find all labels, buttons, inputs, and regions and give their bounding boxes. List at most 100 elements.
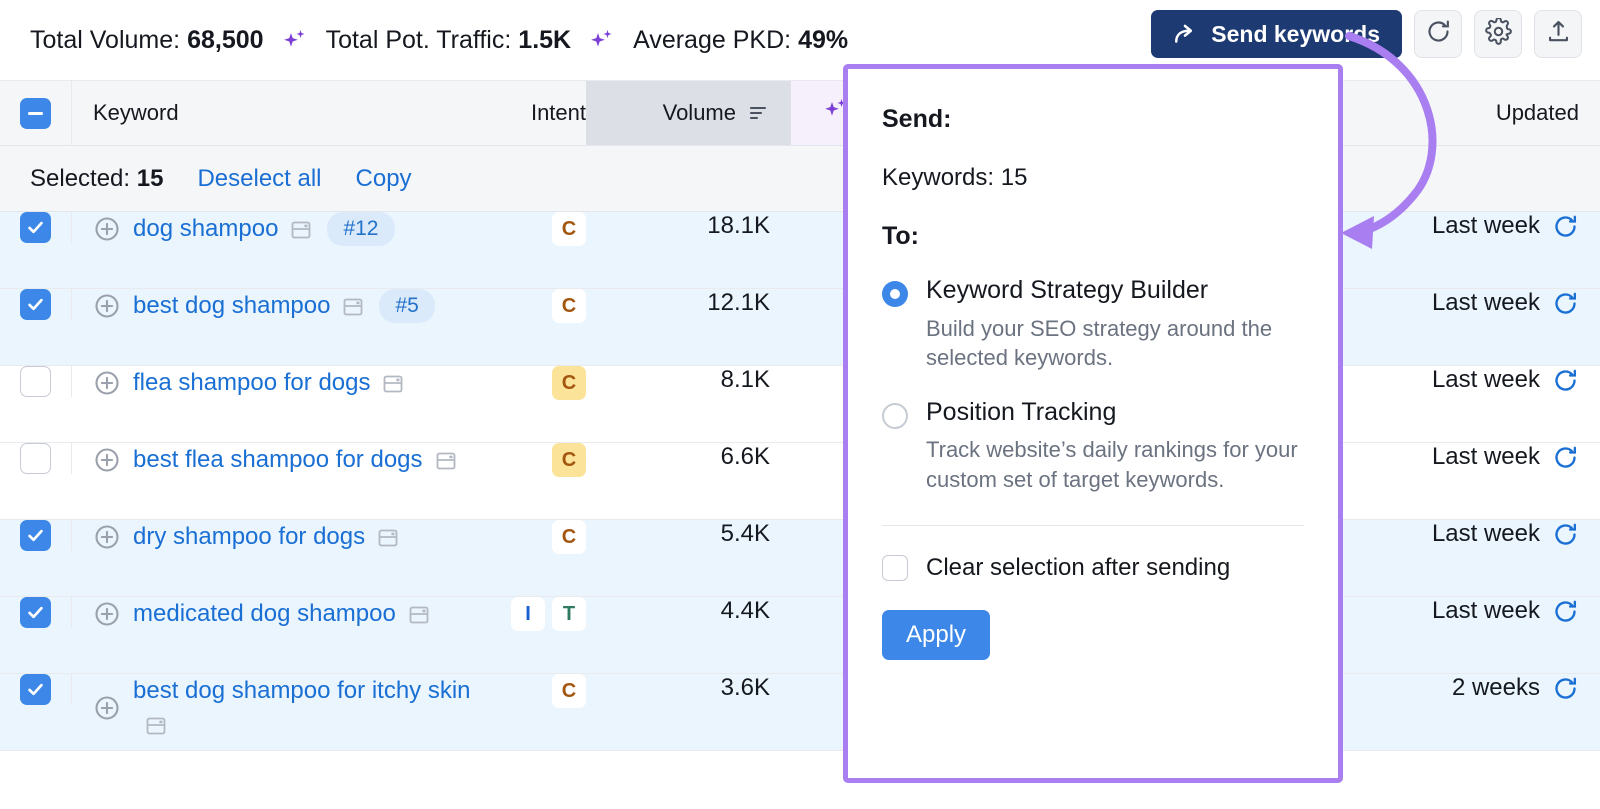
option-keyword-strategy-builder-label[interactable]: Keyword Strategy Builder xyxy=(926,277,1304,305)
header-keyword-cell[interactable]: Keyword xyxy=(72,81,496,145)
keyword-content: best dog shampoo for itchy skin xyxy=(133,674,496,742)
updated-value: Last week xyxy=(1432,443,1540,471)
add-keyword-icon[interactable] xyxy=(93,292,121,320)
apply-button[interactable]: Apply xyxy=(882,610,990,660)
intent-badge-C[interactable]: C xyxy=(552,674,586,708)
row-intent-cell: C xyxy=(496,289,586,323)
header-volume-cell[interactable]: Volume xyxy=(586,81,791,145)
clear-selection-row[interactable]: Clear selection after sending xyxy=(882,554,1304,582)
keyword-link[interactable]: dog shampoo xyxy=(133,212,313,246)
row-select-cell xyxy=(0,366,72,397)
intent-badge-C[interactable]: C xyxy=(552,289,586,323)
settings-icon-button[interactable] xyxy=(1474,10,1522,58)
row-updated-cell: Last week xyxy=(1380,289,1600,317)
refresh-row-icon[interactable] xyxy=(1552,675,1579,702)
clear-selection-label[interactable]: Clear selection after sending xyxy=(926,554,1230,582)
row-volume-cell: 6.6K xyxy=(586,443,791,471)
keyword-link[interactable]: medicated dog shampoo xyxy=(133,597,431,631)
row-checkbox[interactable] xyxy=(20,212,51,243)
row-select-cell xyxy=(0,212,72,243)
row-checkbox[interactable] xyxy=(20,597,51,628)
refresh-row-icon[interactable] xyxy=(1552,213,1579,240)
keyword-link[interactable]: dry shampoo for dogs xyxy=(133,520,400,554)
copy-link[interactable]: Copy xyxy=(356,165,412,193)
deselect-all-link[interactable]: Deselect all xyxy=(197,165,321,193)
row-checkbox[interactable] xyxy=(20,520,51,551)
table-row[interactable]: dog shampoo#12C18.1KLast week xyxy=(0,212,1600,289)
serp-features-icon[interactable] xyxy=(407,603,431,627)
table-row[interactable]: dry shampoo for dogsC5.4KLast week xyxy=(0,520,1600,597)
intent-badge-C[interactable]: C xyxy=(552,520,586,554)
intent-badge-C[interactable]: C xyxy=(552,443,586,477)
volume-value: 6.6K xyxy=(721,443,770,471)
serp-features-icon[interactable] xyxy=(144,714,168,738)
refresh-row-icon[interactable] xyxy=(1552,290,1579,317)
position-badge[interactable]: #12 xyxy=(327,212,394,246)
keyword-content: flea shampoo for dogs xyxy=(133,366,405,400)
row-updated-cell: Last week xyxy=(1380,366,1600,394)
position-badge[interactable]: #5 xyxy=(379,289,434,323)
row-volume-cell: 12.1K xyxy=(586,289,791,317)
refresh-row-icon[interactable] xyxy=(1552,444,1579,471)
refresh-icon-button[interactable] xyxy=(1414,10,1462,58)
radio-keyword-strategy-builder[interactable] xyxy=(882,281,908,307)
stat-total-volume: Total Volume: 68,500 xyxy=(30,26,264,55)
keyword-link[interactable]: best flea shampoo for dogs xyxy=(133,443,458,477)
option-position-tracking-body: Position Tracking Track website’s daily … xyxy=(926,399,1304,495)
add-keyword-icon[interactable] xyxy=(93,600,121,628)
updated-content: Last week xyxy=(1432,443,1579,471)
option-position-tracking-label[interactable]: Position Tracking xyxy=(926,399,1304,427)
refresh-row-icon[interactable] xyxy=(1552,598,1579,625)
serp-features-icon[interactable] xyxy=(341,295,365,319)
keyword-link[interactable]: best dog shampoo for itchy skin xyxy=(133,674,496,742)
serp-features-icon[interactable] xyxy=(434,449,458,473)
updated-content: Last week xyxy=(1432,520,1579,548)
export-icon-button[interactable] xyxy=(1534,10,1582,58)
updated-content: Last week xyxy=(1432,289,1579,317)
row-volume-cell: 3.6K xyxy=(586,674,791,702)
header-intent-label: Intent xyxy=(531,100,586,126)
add-keyword-icon[interactable] xyxy=(93,215,121,243)
serp-features-icon[interactable] xyxy=(381,372,405,396)
updated-content: Last week xyxy=(1432,366,1579,394)
add-keyword-icon[interactable] xyxy=(93,369,121,397)
table-row[interactable]: best flea shampoo for dogs C 6.6K Last week xyxy=(0,443,1600,520)
add-keyword-icon[interactable] xyxy=(93,523,121,551)
radio-position-tracking[interactable] xyxy=(882,403,908,429)
clear-selection-checkbox[interactable] xyxy=(882,555,908,581)
header-intent-cell[interactable]: Intent xyxy=(496,81,586,145)
row-checkbox[interactable] xyxy=(20,366,51,397)
table-row[interactable]: flea shampoo for dogsC8.1KLast week xyxy=(0,366,1600,443)
intent-badge-I[interactable]: I xyxy=(511,597,545,631)
refresh-row-icon[interactable] xyxy=(1552,367,1579,394)
table-row[interactable]: medicated dog shampooIT4.4KLast week xyxy=(0,597,1600,674)
row-checkbox[interactable] xyxy=(20,289,51,320)
serp-features-icon[interactable] xyxy=(376,526,400,550)
serp-features-icon[interactable] xyxy=(289,218,313,242)
popover-keywords-count: 15 xyxy=(1001,164,1028,191)
refresh-row-icon[interactable] xyxy=(1552,521,1579,548)
selection-toolbar: Selected: 15 Deselect all Copy xyxy=(0,146,1600,212)
keyword-content: best dog shampoo #5 xyxy=(133,289,435,323)
keyword-link[interactable]: best dog shampoo xyxy=(133,289,365,323)
add-keyword-icon[interactable] xyxy=(93,694,121,722)
add-keyword-icon[interactable] xyxy=(93,446,121,474)
select-all-checkbox[interactable] xyxy=(20,98,51,129)
stat-total-volume-label: Total Volume: xyxy=(30,26,180,55)
option-keyword-strategy-builder[interactable]: Keyword Strategy Builder Build your SEO … xyxy=(882,277,1304,373)
header-updated-cell[interactable]: Updated xyxy=(1380,81,1600,145)
gear-icon xyxy=(1485,18,1512,50)
updated-value: Last week xyxy=(1432,366,1540,394)
table-row[interactable]: best dog shampoo for itchy skinC3.6K2 we… xyxy=(0,674,1600,751)
intent-badge-C[interactable]: C xyxy=(552,366,586,400)
row-select-cell xyxy=(0,674,72,705)
intent-badge-C[interactable]: C xyxy=(552,212,586,246)
send-keywords-button[interactable]: Send keywords xyxy=(1151,10,1402,58)
row-checkbox[interactable] xyxy=(20,443,51,474)
table-row[interactable]: best dog shampoo #5 C12.1K Last week xyxy=(0,289,1600,366)
option-position-tracking[interactable]: Position Tracking Track website’s daily … xyxy=(882,399,1304,495)
intent-badge-T[interactable]: T xyxy=(552,597,586,631)
keyword-link[interactable]: flea shampoo for dogs xyxy=(133,366,405,400)
option-keyword-strategy-builder-body: Keyword Strategy Builder Build your SEO … xyxy=(926,277,1304,373)
row-checkbox[interactable] xyxy=(20,674,51,705)
